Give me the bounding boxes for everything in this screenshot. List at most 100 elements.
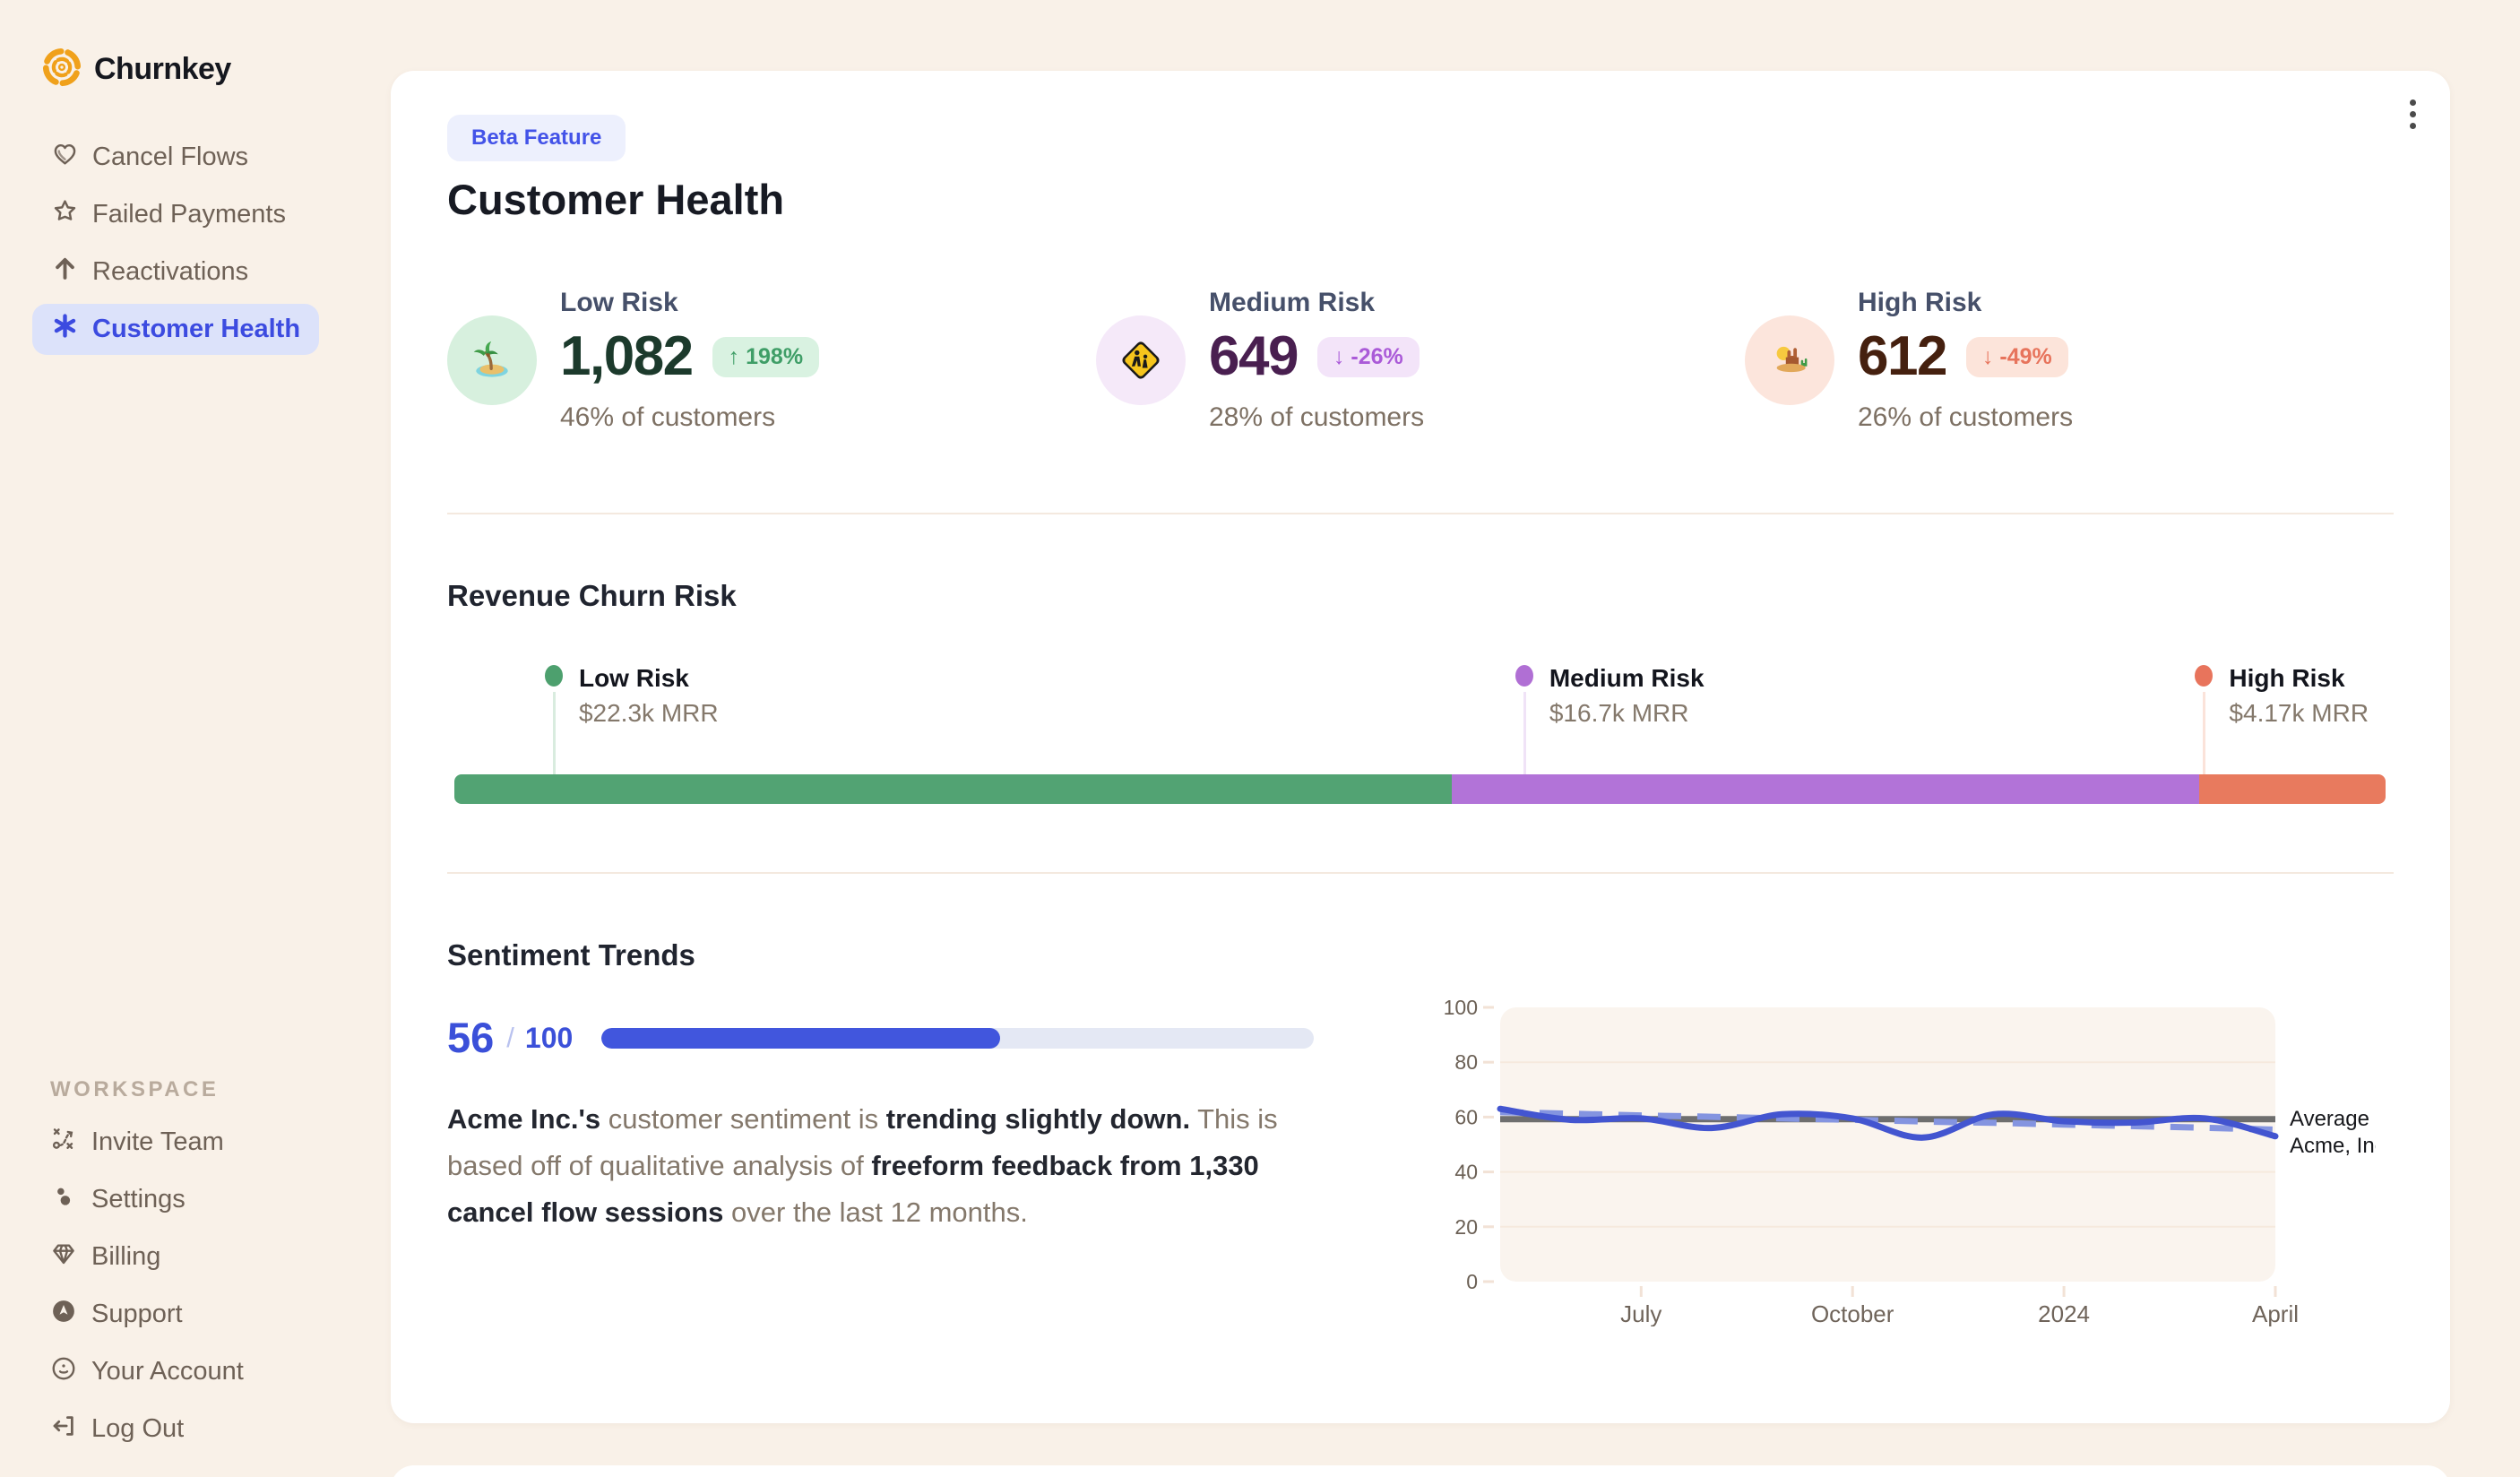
sidebar-item-customer-health[interactable]: Customer Health — [32, 304, 319, 355]
strategy-icon — [50, 1126, 77, 1160]
sentiment-progress-fill — [601, 1027, 1001, 1049]
revenue-churn-bar — [454, 774, 2386, 804]
svg-text:July: July — [1620, 1300, 1661, 1326]
legend-item-medium-risk: Medium Risk $16.7k MRR — [1515, 664, 1704, 774]
legend-label: Low Risk — [578, 664, 689, 692]
risk-count: 649 — [1209, 325, 1299, 387]
sidebar-item-failed-payments[interactable]: Failed Payments — [32, 189, 319, 240]
risk-delta-badge: ↓ -26% — [1316, 336, 1420, 377]
svg-text:40: 40 — [1454, 1161, 1478, 1184]
svg-text:October: October — [1811, 1300, 1894, 1326]
star-icon — [51, 197, 79, 232]
legend-mrr: $4.17k MRR — [2229, 699, 2369, 727]
svg-text:Average: Average — [2290, 1107, 2369, 1131]
sidebar-item-settings[interactable]: Settings — [50, 1174, 364, 1225]
high-risk-dot — [2195, 665, 2214, 687]
sentiment-score: 56 — [447, 1014, 495, 1061]
workspace-heading: WORKSPACE — [50, 1077, 220, 1101]
desert-icon — [1745, 315, 1834, 405]
legend-label: Medium Risk — [1549, 664, 1704, 692]
sentiment-denominator: 100 — [524, 1021, 574, 1054]
sidebar-item-label: Log Out — [91, 1414, 185, 1443]
legend-mrr: $16.7k MRR — [1549, 699, 1689, 727]
kebab-menu-icon[interactable] — [2395, 89, 2430, 139]
sentiment-trend-chart: 0 20 40 60 80 100 July October 2024 April Average A… — [1424, 990, 2392, 1327]
high-risk-card: High Risk 612 ↓ -49% 26% of customers — [1745, 285, 2394, 434]
svg-text:60: 60 — [1454, 1105, 1478, 1128]
sidebar-item-invite-team[interactable]: Invite Team — [50, 1117, 364, 1168]
risk-share: 28% of customers — [1209, 402, 1425, 432]
desert-island-icon — [447, 315, 537, 405]
asterisk-icon — [51, 312, 79, 347]
face-icon — [50, 1355, 77, 1389]
churnkey-logo-icon — [41, 47, 82, 92]
sidebar-item-label: Customer Health — [92, 315, 301, 343]
legend-item-low-risk: Low Risk $22.3k MRR — [544, 664, 719, 774]
risk-delta-badge: ↓ -49% — [1965, 336, 2068, 377]
sidebar-item-reactivations[interactable]: Reactivations — [32, 246, 319, 298]
app-name: Churnkey — [94, 52, 231, 86]
svg-text:100: 100 — [1444, 996, 1478, 1019]
sidebar-item-support[interactable]: Support — [50, 1289, 364, 1340]
risk-share: 46% of customers — [560, 402, 776, 432]
next-card-stub — [391, 1465, 2450, 1477]
legend-connector — [1523, 692, 1526, 774]
arrow-up-icon — [51, 255, 79, 289]
sidebar-item-label: Reactivations — [92, 257, 249, 286]
app-logo: Churnkey — [41, 47, 391, 92]
sidebar-item-label: Billing — [91, 1242, 161, 1271]
sentiment-section: Sentiment Trends 56 / 100 Acme Inc.'s cu… — [447, 874, 2394, 1327]
risk-share: 26% of customers — [1858, 402, 2074, 432]
risk-delta-badge: ↑ 198% — [712, 336, 820, 377]
section-divider — [447, 513, 2394, 514]
primary-nav: Cancel Flows Failed Payments Reactivatio… — [0, 132, 391, 355]
svg-text:0: 0 — [1466, 1270, 1478, 1293]
sidebar: Churnkey Cancel Flows Failed Payments Re… — [0, 0, 391, 1477]
low-risk-card: Low Risk 1,082 ↑ 198% 46% of customers — [447, 285, 1096, 434]
logout-icon — [50, 1412, 77, 1447]
score-slash: / — [506, 1022, 514, 1053]
revenue-churn-title: Revenue Churn Risk — [447, 579, 737, 612]
legend-label: High Risk — [2229, 664, 2345, 692]
risk-label: High Risk — [1858, 288, 1982, 317]
sidebar-item-log-out[interactable]: Log Out — [50, 1404, 364, 1455]
sidebar-item-label: Settings — [91, 1185, 186, 1214]
circles-icon — [50, 1183, 77, 1217]
workspace-section: WORKSPACE Invite Team Settings Billing S… — [50, 1077, 364, 1461]
risk-count: 1,082 — [560, 325, 694, 387]
beta-feature-badge: Beta Feature — [447, 115, 626, 161]
churn-bar-segment — [2198, 774, 2386, 804]
main-content: Beta Feature Customer Health Low Risk 1,… — [391, 0, 2520, 1477]
sidebar-item-label: Your Account — [91, 1357, 244, 1386]
legend-item-high-risk: High Risk $4.17k MRR — [2195, 664, 2369, 774]
children-crossing-icon — [1096, 315, 1186, 405]
gem-icon — [50, 1240, 77, 1274]
risk-label: Low Risk — [560, 288, 678, 317]
legend-connector — [552, 692, 556, 774]
sentiment-summary-text: Acme Inc.'s customer sentiment is trendi… — [447, 1103, 1278, 1228]
sidebar-item-your-account[interactable]: Your Account — [50, 1346, 364, 1397]
risk-count: 612 — [1858, 325, 1947, 387]
heart-icon — [51, 140, 79, 175]
sidebar-item-billing[interactable]: Billing — [50, 1231, 364, 1283]
risk-summary-row: Low Risk 1,082 ↑ 198% 46% of customers M… — [447, 285, 2394, 434]
legend-mrr: $22.3k MRR — [578, 699, 719, 727]
sidebar-item-label: Invite Team — [91, 1127, 224, 1156]
customer-health-card: Beta Feature Customer Health Low Risk 1,… — [391, 71, 2450, 1423]
risk-label: Medium Risk — [1209, 288, 1376, 317]
low-risk-dot — [544, 665, 563, 687]
revenue-churn-legend: Low Risk $22.3k MRR Medium Risk $16.7k M… — [454, 665, 2386, 774]
medium-risk-card: Medium Risk 649 ↓ -26% 28% of customers — [1096, 285, 1745, 434]
sidebar-item-label: Support — [91, 1300, 183, 1328]
sidebar-item-label: Failed Payments — [92, 200, 286, 229]
sidebar-item-label: Cancel Flows — [92, 143, 249, 171]
svg-text:20: 20 — [1454, 1215, 1478, 1239]
svg-text:Acme, Inc.: Acme, Inc. — [2290, 1134, 2376, 1158]
page-title: Customer Health — [447, 176, 785, 223]
churn-bar-segment — [454, 774, 1453, 804]
medium-risk-dot — [1515, 665, 1533, 687]
legend-connector — [2203, 692, 2206, 774]
svg-text:80: 80 — [1454, 1050, 1478, 1074]
churn-bar-segment — [1452, 774, 2199, 804]
sidebar-item-cancel-flows[interactable]: Cancel Flows — [32, 132, 319, 183]
